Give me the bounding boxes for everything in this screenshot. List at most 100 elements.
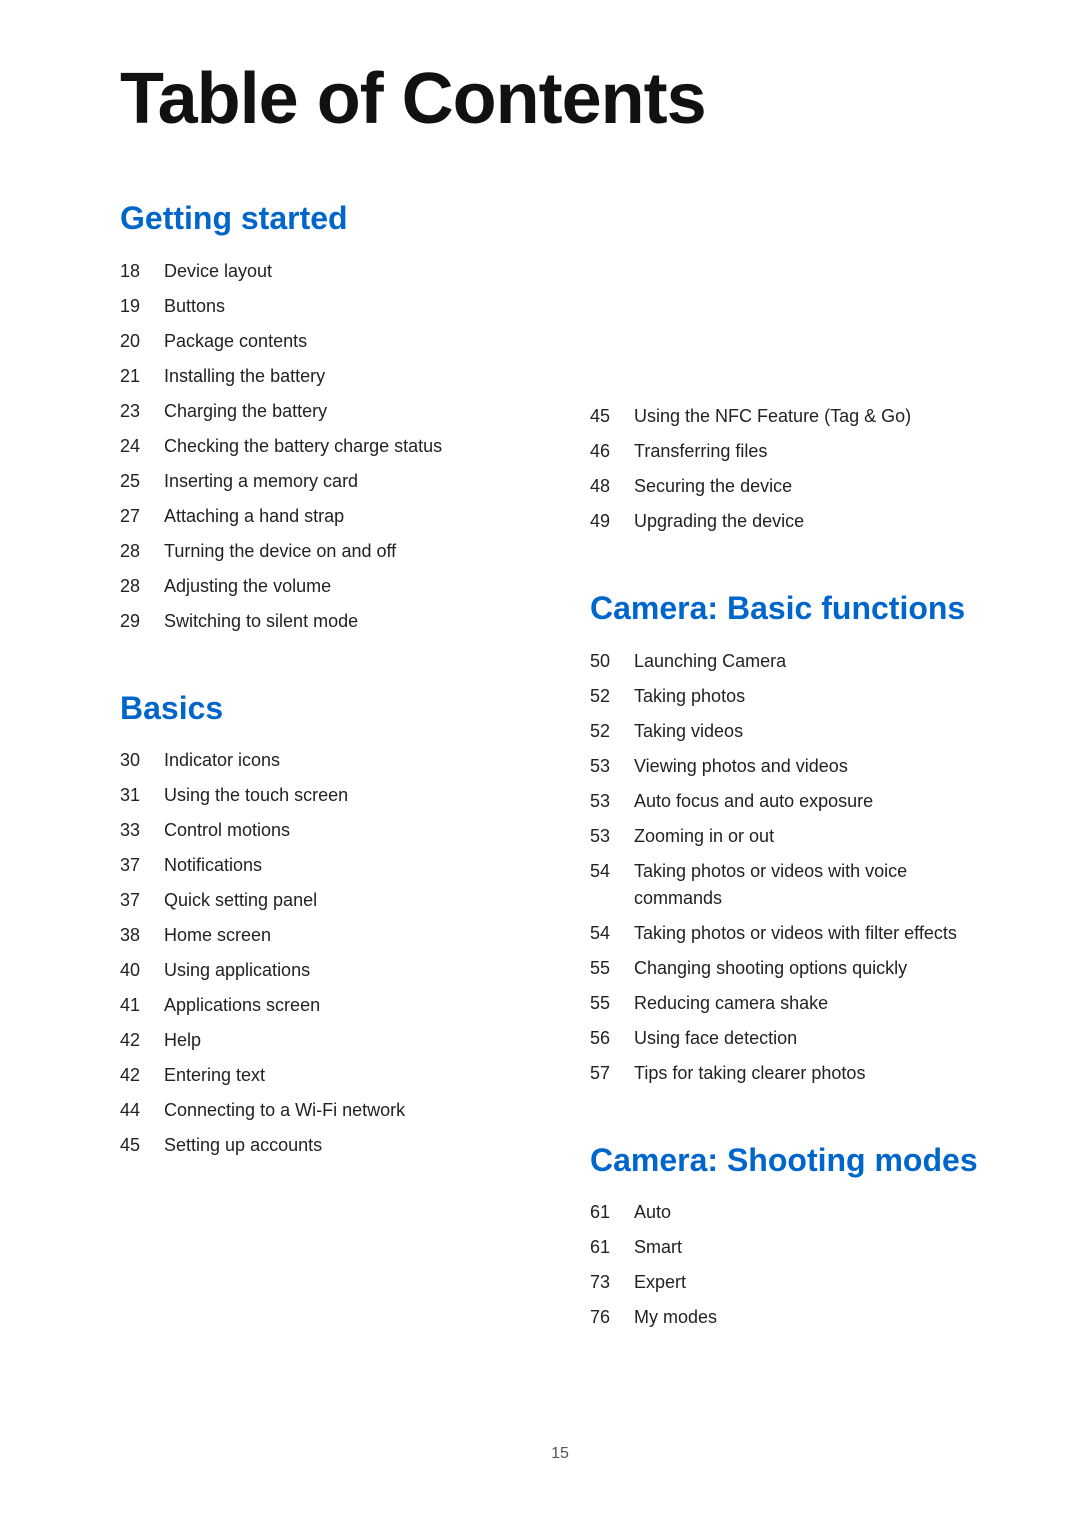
list-item[interactable]: 55 Changing shooting options quickly (590, 951, 1000, 986)
toc-text: Home screen (164, 922, 271, 949)
list-item[interactable]: 50 Launching Camera (590, 644, 1000, 679)
toc-page: 45 (120, 1132, 164, 1159)
toc-text: Viewing photos and videos (634, 753, 848, 780)
toc-list-camera-basic: 50 Launching Camera 52 Taking photos 52 … (590, 644, 1000, 1091)
toc-text: Quick setting panel (164, 887, 317, 914)
list-item[interactable]: 44 Connecting to a Wi-Fi network (120, 1093, 530, 1128)
toc-text: Transferring files (634, 438, 767, 465)
toc-text: Using the NFC Feature (Tag & Go) (634, 403, 911, 430)
toc-text: Expert (634, 1269, 686, 1296)
list-item[interactable]: 27 Attaching a hand strap (120, 499, 530, 534)
toc-page: 21 (120, 363, 164, 390)
list-item[interactable]: 46 Transferring files (590, 434, 1000, 469)
list-item[interactable]: 25 Inserting a memory card (120, 464, 530, 499)
toc-text: Inserting a memory card (164, 468, 358, 495)
toc-list-getting-started: 18 Device layout 19 Buttons 20 Package c… (120, 254, 530, 639)
list-item[interactable]: 28 Turning the device on and off (120, 534, 530, 569)
list-item[interactable]: 76 My modes (590, 1300, 1000, 1335)
list-item[interactable]: 37 Notifications (120, 848, 530, 883)
list-item[interactable]: 23 Charging the battery (120, 394, 530, 429)
section-camera-basic: Camera: Basic functions 50 Launching Cam… (590, 589, 1000, 1090)
list-item[interactable]: 28 Adjusting the volume (120, 569, 530, 604)
left-column: Getting started 18 Device layout 19 Butt… (120, 199, 530, 1213)
toc-page: 28 (120, 573, 164, 600)
toc-page: 50 (590, 648, 634, 675)
toc-text: Turning the device on and off (164, 538, 396, 565)
toc-text: Securing the device (634, 473, 792, 500)
toc-text: Taking photos (634, 683, 745, 710)
list-item[interactable]: 52 Taking photos (590, 679, 1000, 714)
list-item[interactable]: 38 Home screen (120, 918, 530, 953)
list-item[interactable]: 61 Smart (590, 1230, 1000, 1265)
list-item[interactable]: 37 Quick setting panel (120, 883, 530, 918)
toc-page: 52 (590, 718, 634, 745)
list-item[interactable]: 49 Upgrading the device (590, 504, 1000, 539)
section-title-getting-started: Getting started (120, 199, 530, 237)
toc-page: 56 (590, 1025, 634, 1052)
page-title: Table of Contents (120, 60, 1000, 139)
toc-page: 54 (590, 858, 634, 885)
list-item[interactable]: 30 Indicator icons (120, 743, 530, 778)
list-item[interactable]: 45 Using the NFC Feature (Tag & Go) (590, 399, 1000, 434)
toc-page: 55 (590, 955, 634, 982)
toc-page: 61 (590, 1199, 634, 1226)
toc-text: Notifications (164, 852, 262, 879)
list-item[interactable]: 40 Using applications (120, 953, 530, 988)
toc-text: Adjusting the volume (164, 573, 331, 600)
list-item[interactable]: 73 Expert (590, 1265, 1000, 1300)
list-item[interactable]: 20 Package contents (120, 324, 530, 359)
toc-page: 18 (120, 258, 164, 285)
toc-text: Attaching a hand strap (164, 503, 344, 530)
toc-page: 38 (120, 922, 164, 949)
toc-text: Taking photos or videos with filter effe… (634, 920, 957, 947)
list-item[interactable]: 53 Viewing photos and videos (590, 749, 1000, 784)
toc-text: Taking videos (634, 718, 743, 745)
list-item[interactable]: 33 Control motions (120, 813, 530, 848)
toc-page: 24 (120, 433, 164, 460)
toc-text: Indicator icons (164, 747, 280, 774)
list-item[interactable]: 41 Applications screen (120, 988, 530, 1023)
toc-page: 53 (590, 753, 634, 780)
toc-page: 28 (120, 538, 164, 565)
toc-text: Zooming in or out (634, 823, 774, 850)
list-item[interactable]: 57 Tips for taking clearer photos (590, 1056, 1000, 1091)
list-item[interactable]: 56 Using face detection (590, 1021, 1000, 1056)
toc-page: 37 (120, 887, 164, 914)
list-item[interactable]: 53 Auto focus and auto exposure (590, 784, 1000, 819)
toc-page: 20 (120, 328, 164, 355)
list-item[interactable]: 24 Checking the battery charge status (120, 429, 530, 464)
list-item[interactable]: 42 Help (120, 1023, 530, 1058)
toc-page: 46 (590, 438, 634, 465)
list-item[interactable]: 42 Entering text (120, 1058, 530, 1093)
list-item[interactable]: 18 Device layout (120, 254, 530, 289)
list-item[interactable]: 48 Securing the device (590, 469, 1000, 504)
toc-text: Help (164, 1027, 201, 1054)
list-item[interactable]: 54 Taking photos or videos with filter e… (590, 916, 1000, 951)
toc-text: Connecting to a Wi-Fi network (164, 1097, 405, 1124)
list-item[interactable]: 61 Auto (590, 1195, 1000, 1230)
toc-text: Using the touch screen (164, 782, 348, 809)
footer-page-number: 15 (551, 1445, 569, 1462)
toc-page: 57 (590, 1060, 634, 1087)
list-item[interactable]: 19 Buttons (120, 289, 530, 324)
section-basics: Basics 30 Indicator icons 31 Using the t… (120, 689, 530, 1163)
toc-list-basics: 30 Indicator icons 31 Using the touch sc… (120, 743, 530, 1163)
list-item[interactable]: 21 Installing the battery (120, 359, 530, 394)
toc-page: 40 (120, 957, 164, 984)
list-item[interactable]: 55 Reducing camera shake (590, 986, 1000, 1021)
toc-text: Package contents (164, 328, 307, 355)
toc-text: Entering text (164, 1062, 265, 1089)
list-item[interactable]: 29 Switching to silent mode (120, 604, 530, 639)
toc-page: 48 (590, 473, 634, 500)
list-item[interactable]: 52 Taking videos (590, 714, 1000, 749)
list-item[interactable]: 53 Zooming in or out (590, 819, 1000, 854)
list-item[interactable]: 45 Setting up accounts (120, 1128, 530, 1163)
section-title-camera-shooting: Camera: Shooting modes (590, 1141, 1000, 1179)
toc-page: 33 (120, 817, 164, 844)
toc-page: 29 (120, 608, 164, 635)
toc-text: Setting up accounts (164, 1132, 322, 1159)
list-item[interactable]: 54 Taking photos or videos with voice co… (590, 854, 1000, 916)
toc-page: 37 (120, 852, 164, 879)
list-item[interactable]: 31 Using the touch screen (120, 778, 530, 813)
toc-text: Launching Camera (634, 648, 786, 675)
